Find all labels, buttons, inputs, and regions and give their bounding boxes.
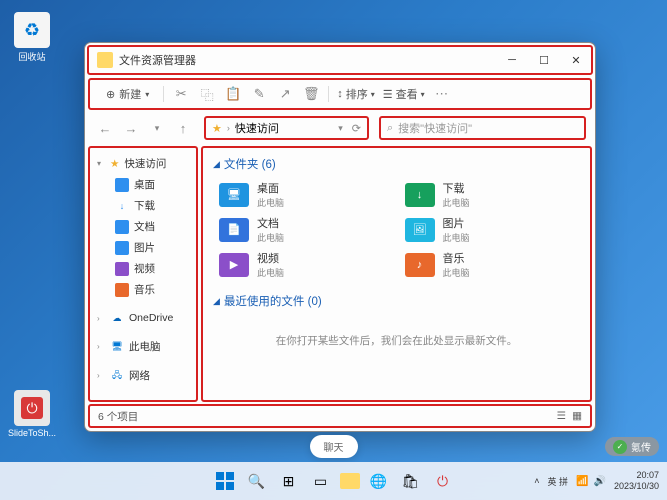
recent-empty-message: 在你打开某些文件后，我们会在此处显示最新文件。	[213, 317, 580, 364]
refresh-icon[interactable]: ⟳	[352, 122, 361, 135]
paste-icon[interactable]: 📋	[224, 85, 242, 103]
back-button[interactable]: ←	[94, 117, 116, 139]
sidebar: ▾ ★ 快速访问 桌面 ↓下载 文档 图片 视频 音乐 › ☁ OneDrive	[88, 146, 198, 402]
item-count: 6 个项目	[98, 409, 138, 424]
search-placeholder: 搜索"快速访问"	[398, 120, 472, 136]
cut-icon[interactable]: ✂	[172, 85, 190, 103]
sidebar-this-pc[interactable]: › 🖥 此电脑	[93, 336, 193, 357]
chevron-down-icon: ◢	[213, 159, 220, 170]
volume-icon[interactable]: 🔊	[594, 476, 606, 487]
sort-icon: ↕	[337, 88, 343, 100]
search-button[interactable]: 🔍	[244, 468, 270, 494]
folder-videos[interactable]: ▶视频此电脑	[219, 250, 395, 279]
separator	[328, 86, 329, 102]
statusbar: 6 个项目 ☰ ▦	[88, 404, 592, 428]
maximize-button[interactable]: ☐	[537, 53, 551, 67]
window-title: 文件资源管理器	[119, 52, 505, 68]
taskbar: 🔍 ⊞ ▭ 🌐 🛍 ⏻ ˄ 英 拼 📶 🔊 20:07 2023/10/30	[0, 462, 667, 500]
separator	[163, 86, 164, 102]
folder-icon	[97, 52, 113, 68]
sort-button[interactable]: ↕ 排序 ▾	[337, 86, 375, 102]
sidebar-item-music[interactable]: 音乐	[111, 279, 193, 300]
folder-desktop[interactable]: 🖥桌面此电脑	[219, 180, 395, 209]
chevron-down-icon[interactable]: ▾	[338, 123, 343, 134]
toolbar: ⊕ 新建 ▾ ✂ ⿻ 📋 ✎ ↗ 🗑 ↕ 排序 ▾ ☰ 查看 ▾ ⋯	[88, 78, 592, 110]
titlebar[interactable]: 文件资源管理器 ─ ☐ ✕	[87, 45, 593, 75]
search-input[interactable]: ⌕ 搜索"快速访问"	[379, 116, 586, 140]
slide-app-label: SlideToSh...	[8, 428, 56, 438]
breadcrumb-location: 快速访问	[235, 120, 279, 136]
folder-pictures[interactable]: 🖼图片此电脑	[405, 215, 581, 244]
sidebar-item-documents[interactable]: 文档	[111, 216, 193, 237]
delete-icon[interactable]: 🗑	[302, 85, 320, 103]
breadcrumb[interactable]: ★ › 快速访问 ▾ ⟳	[204, 116, 369, 140]
store-taskbar-icon[interactable]: 🛍	[398, 468, 424, 494]
file-explorer-window: 文件资源管理器 ─ ☐ ✕ ⊕ 新建 ▾ ✂ ⿻ 📋 ✎ ↗ 🗑 ↕ 排序 ▾ …	[84, 42, 596, 432]
watermark: ✓ 氪传	[605, 437, 659, 456]
sidebar-item-desktop[interactable]: 桌面	[111, 174, 193, 195]
close-button[interactable]: ✕	[569, 53, 583, 67]
copy-icon[interactable]: ⿻	[198, 85, 216, 103]
sidebar-quick-access[interactable]: ▾ ★ 快速访问	[93, 153, 193, 174]
chevron-down-icon[interactable]: ▾	[146, 117, 168, 139]
sidebar-item-pictures[interactable]: 图片	[111, 237, 193, 258]
view-button[interactable]: ☰ 查看 ▾	[383, 86, 425, 102]
share-icon[interactable]: ↗	[276, 85, 294, 103]
sidebar-item-downloads[interactable]: ↓下载	[111, 195, 193, 216]
widgets-button[interactable]: ▭	[308, 468, 334, 494]
task-view-button[interactable]: ⊞	[276, 468, 302, 494]
nav-row: ← → ▾ ↑ ★ › 快速访问 ▾ ⟳ ⌕ 搜索"快速访问"	[88, 112, 592, 144]
more-icon[interactable]: ⋯	[433, 85, 451, 103]
recycle-bin-label: 回收站	[8, 50, 56, 63]
search-pill[interactable]: 聊天	[310, 435, 358, 458]
folder-grid: 🖥桌面此电脑 ↓下载此电脑 📄文档此电脑 🖼图片此电脑 ▶视频此电脑 ♪音乐此电…	[213, 180, 580, 279]
sidebar-onedrive[interactable]: › ☁ OneDrive	[93, 308, 193, 328]
new-button[interactable]: ⊕ 新建 ▾	[100, 83, 155, 105]
main-content: ◢ 文件夹 (6) 🖥桌面此电脑 ↓下载此电脑 📄文档此电脑 🖼图片此电脑 ▶视…	[201, 146, 592, 402]
search-icon: ⌕	[387, 122, 393, 135]
sidebar-network[interactable]: › 🖧 网络	[93, 365, 193, 386]
chevron-right-icon: ›	[97, 342, 105, 351]
folders-section-header[interactable]: ◢ 文件夹 (6)	[213, 156, 580, 172]
chevron-down-icon: ▾	[97, 159, 105, 168]
explorer-taskbar-icon[interactable]	[340, 473, 360, 489]
chevron-right-icon: ›	[97, 371, 105, 380]
view-icon: ☰	[383, 88, 393, 101]
star-icon: ★	[110, 158, 119, 170]
recycle-bin-icon[interactable]: ♻ 回收站	[8, 12, 56, 63]
minimize-button[interactable]: ─	[505, 53, 519, 67]
folder-documents[interactable]: 📄文档此电脑	[219, 215, 395, 244]
wifi-icon[interactable]: 📶	[576, 476, 588, 487]
start-button[interactable]	[212, 468, 238, 494]
chevron-down-icon: ◢	[213, 296, 220, 307]
folder-music[interactable]: ♪音乐此电脑	[405, 250, 581, 279]
edge-taskbar-icon[interactable]: 🌐	[366, 468, 392, 494]
sidebar-item-videos[interactable]: 视频	[111, 258, 193, 279]
rename-icon[interactable]: ✎	[250, 85, 268, 103]
folder-downloads[interactable]: ↓下载此电脑	[405, 180, 581, 209]
plus-icon: ⊕	[106, 88, 115, 101]
star-icon: ★	[212, 122, 222, 135]
slide-app-icon[interactable]: ⏻ SlideToSh...	[8, 390, 56, 438]
thumbnails-view-icon[interactable]: ▦	[572, 410, 582, 422]
chevron-down-icon: ▾	[145, 90, 149, 99]
up-button[interactable]: ↑	[172, 117, 194, 139]
chevron-right-icon: ›	[97, 314, 105, 323]
tray-chevron-icon[interactable]: ˄	[534, 476, 539, 486]
forward-button[interactable]: →	[120, 117, 142, 139]
details-view-icon[interactable]: ☰	[557, 410, 566, 422]
app-taskbar-icon[interactable]: ⏻	[430, 468, 456, 494]
recent-section-header[interactable]: ◢ 最近使用的文件 (0)	[213, 293, 580, 309]
clock[interactable]: 20:07 2023/10/30	[614, 470, 659, 492]
ime-indicator[interactable]: 英 拼	[548, 475, 569, 488]
